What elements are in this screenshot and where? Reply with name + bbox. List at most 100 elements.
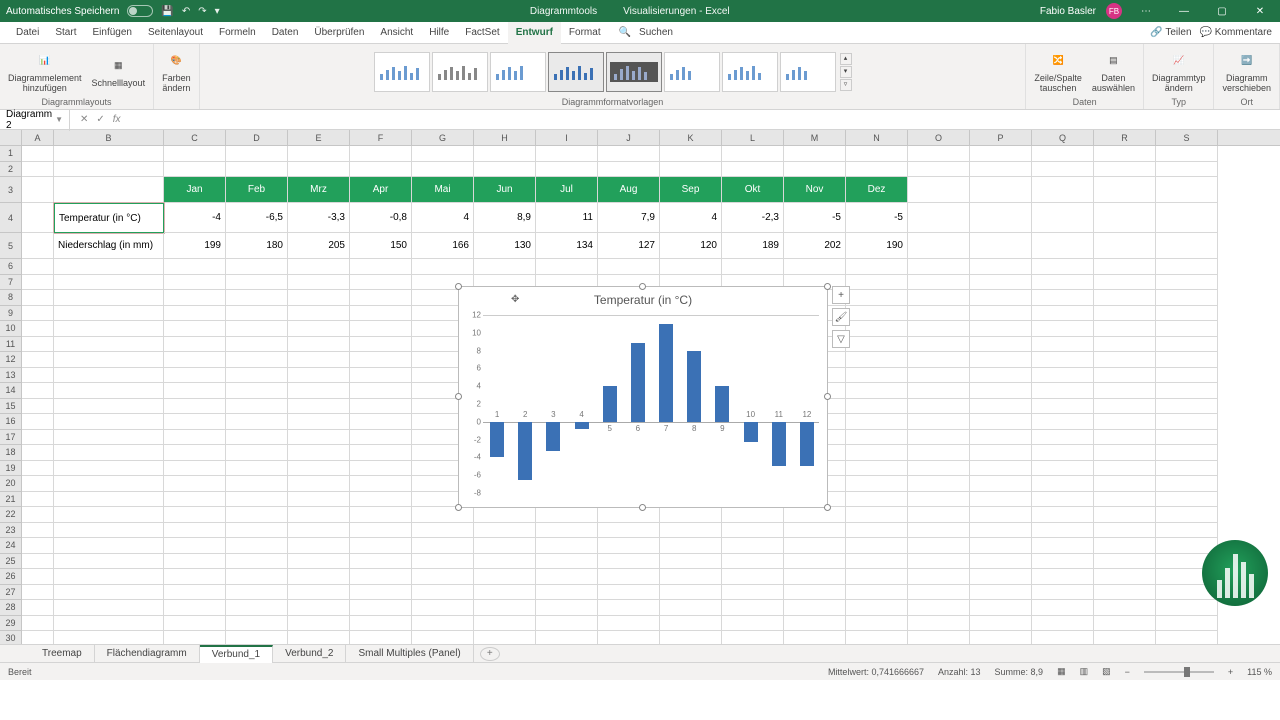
cell[interactable]: [1032, 337, 1094, 353]
row-header-12[interactable]: 12: [0, 352, 22, 368]
add-chart-element-button[interactable]: 📊 Diagrammelement hinzufügen: [6, 48, 84, 96]
cell[interactable]: [226, 306, 288, 322]
cell[interactable]: [474, 631, 536, 644]
cell[interactable]: [970, 461, 1032, 477]
save-icon[interactable]: 💾: [161, 6, 173, 17]
select-all-corner[interactable]: [0, 130, 22, 145]
cell[interactable]: [846, 368, 908, 384]
cell[interactable]: [1094, 461, 1156, 477]
cell[interactable]: [226, 162, 288, 178]
cell[interactable]: [908, 616, 970, 632]
col-header-F[interactable]: F: [350, 130, 412, 145]
chart-bar[interactable]: [715, 386, 729, 422]
row-header-7[interactable]: 7: [0, 275, 22, 291]
cell[interactable]: [226, 321, 288, 337]
cell[interactable]: [412, 507, 474, 523]
cell[interactable]: [536, 569, 598, 585]
view-page-layout-icon[interactable]: ▥: [1080, 666, 1089, 677]
cell[interactable]: [908, 290, 970, 306]
cell[interactable]: [1156, 507, 1218, 523]
share-button[interactable]: 🔗 Teilen: [1150, 27, 1191, 38]
cell[interactable]: [722, 146, 784, 162]
cell[interactable]: [1094, 492, 1156, 508]
cell[interactable]: [660, 162, 722, 178]
cell[interactable]: [1032, 306, 1094, 322]
cell[interactable]: [350, 352, 412, 368]
cell[interactable]: [846, 600, 908, 616]
cell[interactable]: [1094, 414, 1156, 430]
cell[interactable]: [1094, 275, 1156, 291]
cell[interactable]: [22, 177, 54, 203]
cell[interactable]: [846, 538, 908, 554]
close-icon[interactable]: ✕: [1246, 6, 1274, 17]
cell[interactable]: [164, 523, 226, 539]
comments-button[interactable]: 💬 Kommentare: [1200, 27, 1272, 38]
cell[interactable]: [660, 554, 722, 570]
cell[interactable]: [22, 538, 54, 554]
cell[interactable]: [164, 631, 226, 644]
cell[interactable]: [970, 631, 1032, 644]
month-header[interactable]: Jan: [164, 177, 226, 203]
cell[interactable]: [660, 600, 722, 616]
cell[interactable]: [22, 203, 54, 233]
user-avatar[interactable]: FB: [1106, 3, 1122, 19]
cell[interactable]: [288, 585, 350, 601]
menu-tab-einfügen[interactable]: Einfügen: [84, 22, 139, 44]
cell[interactable]: [54, 383, 164, 399]
cell[interactable]: [536, 585, 598, 601]
row-header-21[interactable]: 21: [0, 492, 22, 508]
cell[interactable]: [536, 523, 598, 539]
cell[interactable]: [1094, 569, 1156, 585]
temp-value[interactable]: -4: [164, 203, 226, 233]
cell[interactable]: [226, 259, 288, 275]
cell[interactable]: [350, 538, 412, 554]
cell[interactable]: [350, 146, 412, 162]
chart-styles-button[interactable]: 🖌: [832, 308, 850, 326]
row-header-30[interactable]: 30: [0, 631, 22, 644]
cell[interactable]: [22, 368, 54, 384]
cell[interactable]: [846, 383, 908, 399]
cell[interactable]: [846, 146, 908, 162]
cell[interactable]: [846, 306, 908, 322]
cell[interactable]: [164, 368, 226, 384]
cell[interactable]: [164, 290, 226, 306]
cell[interactable]: [1032, 290, 1094, 306]
cell[interactable]: [226, 430, 288, 446]
cell[interactable]: [288, 259, 350, 275]
cell[interactable]: [970, 492, 1032, 508]
cell[interactable]: [970, 162, 1032, 178]
cell[interactable]: [22, 585, 54, 601]
precip-value[interactable]: 189: [722, 233, 784, 259]
chart-style-8[interactable]: [780, 52, 836, 92]
cell[interactable]: [598, 569, 660, 585]
cell[interactable]: [660, 259, 722, 275]
cell[interactable]: [908, 523, 970, 539]
cell[interactable]: [1156, 368, 1218, 384]
ribbon-options-icon[interactable]: ⋯: [1132, 6, 1160, 17]
cell[interactable]: [846, 461, 908, 477]
cell[interactable]: [1032, 631, 1094, 644]
cell[interactable]: [1156, 259, 1218, 275]
cell[interactable]: [1094, 306, 1156, 322]
chevron-down-icon[interactable]: ▼: [55, 115, 63, 124]
cell[interactable]: [474, 507, 536, 523]
cell[interactable]: [164, 399, 226, 415]
col-header-B[interactable]: B: [54, 130, 164, 145]
cell[interactable]: [846, 352, 908, 368]
cell[interactable]: [164, 383, 226, 399]
cell[interactable]: [722, 600, 784, 616]
minimize-icon[interactable]: —: [1170, 6, 1198, 17]
cell[interactable]: [660, 631, 722, 644]
cell[interactable]: [970, 585, 1032, 601]
cell[interactable]: [722, 507, 784, 523]
cell[interactable]: [536, 600, 598, 616]
cell[interactable]: [908, 203, 970, 233]
cell[interactable]: [164, 352, 226, 368]
cell[interactable]: [970, 554, 1032, 570]
temp-value[interactable]: -0,8: [350, 203, 412, 233]
cell[interactable]: [1094, 162, 1156, 178]
cell[interactable]: [908, 337, 970, 353]
chart-style-7[interactable]: [722, 52, 778, 92]
qat-customize-icon[interactable]: ▾: [215, 6, 220, 17]
row-header-26[interactable]: 26: [0, 569, 22, 585]
